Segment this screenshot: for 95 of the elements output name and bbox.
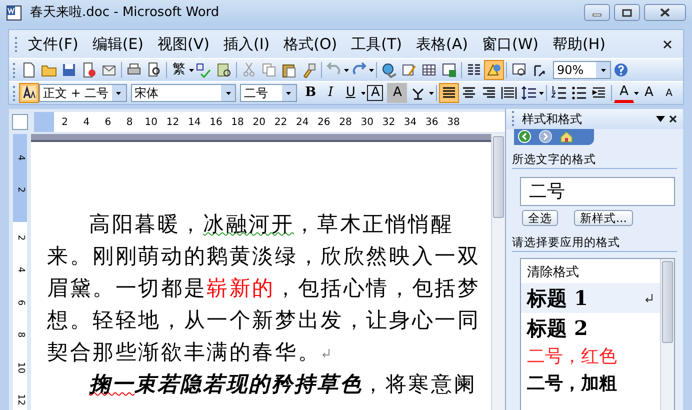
ruler-number: 4 (14, 154, 27, 161)
ruler-number: 4 (82, 116, 91, 130)
ruler-number: 2 (14, 234, 27, 241)
style-list-item[interactable]: 标题 1 (521, 282, 660, 313)
menu-item[interactable]: 工具(T) (344, 32, 410, 56)
ruler-number: 6 (14, 300, 27, 306)
ruler-number: 10 (14, 362, 27, 374)
menu-item[interactable]: 文件(F) (21, 32, 86, 56)
caret-icon[interactable] (634, 92, 639, 94)
forward-icon[interactable] (539, 130, 552, 144)
ruler-number: 4 (14, 267, 27, 274)
scrollbar-thumb[interactable] (493, 136, 504, 218)
caret-icon[interactable] (286, 92, 292, 94)
style-list-item[interactable]: 标题 2 (521, 312, 660, 343)
ruler-number: 28 (338, 116, 353, 130)
caret-icon[interactable] (369, 68, 374, 72)
vertical-ruler[interactable]: 4 2 2 4 6 8 10 12 (13, 134, 27, 410)
ruler-number: 8 (125, 116, 134, 130)
caret-icon[interactable] (116, 92, 122, 94)
ruler-number: 32 (381, 116, 396, 130)
section-label: 所选文字的格式 (512, 150, 677, 170)
minimize-button[interactable] (584, 4, 610, 21)
ruler-number: 24 (294, 116, 310, 130)
close-button[interactable] (644, 4, 686, 21)
ruler-number: 16 (208, 116, 224, 130)
caret-icon[interactable] (226, 92, 230, 94)
select-all-button[interactable]: 全选 (522, 210, 558, 226)
scrollbar-thumb[interactable] (662, 261, 673, 344)
ruler-number: 20 (252, 116, 266, 130)
ruler-number: 34 (402, 116, 418, 130)
ruler-number: 36 (424, 116, 440, 130)
bold-button[interactable]: B (300, 83, 321, 103)
close-icon[interactable] (660, 8, 670, 17)
close-icon (662, 40, 672, 48)
caret-icon[interactable] (600, 68, 606, 72)
paragraph-mark-icon (320, 348, 331, 358)
character-shading-button[interactable]: A (387, 83, 408, 103)
ruler-number: 12 (165, 116, 180, 130)
ruler-number: 18 (230, 116, 245, 130)
word-document-icon (6, 4, 22, 20)
ruler-number: 10 (144, 116, 159, 130)
maximize-button[interactable] (614, 4, 640, 21)
ruler-number: 30 (360, 116, 374, 130)
caret-icon[interactable] (344, 68, 349, 72)
menu-item[interactable]: 帮助(H) (546, 32, 613, 56)
shrink-font-button[interactable]: A (659, 83, 679, 103)
caret-icon[interactable] (539, 92, 544, 94)
grow-font-button[interactable]: A (639, 83, 659, 103)
home-icon[interactable] (560, 130, 573, 144)
pane-title: 样式和格式 (522, 110, 582, 128)
paragraph-mark-icon (644, 292, 654, 303)
font-field[interactable]: 宋体 (130, 84, 236, 102)
tab-stop-selector[interactable] (12, 114, 28, 130)
menu-item[interactable]: 插入(I) (216, 32, 277, 56)
convert-button[interactable]: 繁 (169, 60, 189, 80)
vertical-scrollbar[interactable] (491, 134, 505, 410)
font-color-button[interactable]: A (614, 83, 634, 103)
new-style-button[interactable]: 新样式... (574, 210, 633, 226)
list-scrollbar[interactable] (660, 259, 674, 410)
caret-icon[interactable] (189, 68, 194, 72)
maximize-icon[interactable] (622, 8, 632, 16)
ruler-number: 26 (316, 116, 332, 130)
italic-button[interactable]: I (320, 83, 341, 103)
ruler-number: 12 (14, 394, 27, 406)
caret-icon[interactable] (360, 92, 366, 94)
style-list-item[interactable]: 二号，加粗 (521, 370, 660, 397)
style-list-item[interactable]: 二号，红色 (521, 342, 660, 370)
ruler-number: 14 (186, 116, 202, 130)
menu-item[interactable]: 表格(A) (409, 32, 475, 56)
ruler-number: 2 (14, 187, 27, 194)
close-icon[interactable] (669, 114, 677, 123)
back-icon[interactable] (518, 130, 531, 144)
font-size-field[interactable]: 二号 (240, 84, 297, 102)
dropdown-icon[interactable] (656, 116, 665, 122)
horizontal-ruler[interactable]: 2 4 6 8 10 12 14 16 18 20 22 24 26 28 30 32 34 36 38 (34, 112, 505, 132)
zoom-field[interactable]: 90% (553, 61, 611, 79)
character-border-button[interactable]: A (365, 83, 386, 103)
document-paragraph: 高阳暮暖，冰融河开，草木正悄悄醒来。刚刚萌动的鹅黄淡绿，欣欣然映入一双眉黛。一切都是崭新的，包括心情，包括梦想。轻轻地，从一个新梦出发，让身心一同契合那些渐欲丰满的春华。 (47, 210, 482, 366)
menu-item[interactable]: 格式(O) (276, 32, 344, 56)
menu-item[interactable]: 视图(V) (150, 32, 216, 56)
menu-item[interactable]: 窗口(W) (475, 32, 546, 56)
style-field[interactable]: 正文 + 二号 (38, 84, 127, 102)
caret-icon[interactable] (429, 92, 434, 94)
style-list-item[interactable]: 清除格式 (521, 263, 660, 283)
ruler-number: 38 (446, 116, 461, 130)
underline-button[interactable]: U (340, 83, 361, 103)
menu-item[interactable]: 编辑(E) (85, 32, 151, 56)
ruler-number: 8 (14, 332, 27, 338)
selected-format-field: 二号 (520, 177, 675, 206)
ruler-number: 6 (104, 116, 112, 130)
section-label: 请选择要应用的格式 (512, 234, 677, 252)
ruler-number: 2 (60, 116, 69, 130)
window-title: 春天来啦.doc - Microsoft Word (30, 4, 220, 22)
document-paragraph: 掬一束若隐若现的矜持草色，将寒意阑 (88, 370, 478, 398)
ruler-number: 22 (273, 116, 288, 130)
